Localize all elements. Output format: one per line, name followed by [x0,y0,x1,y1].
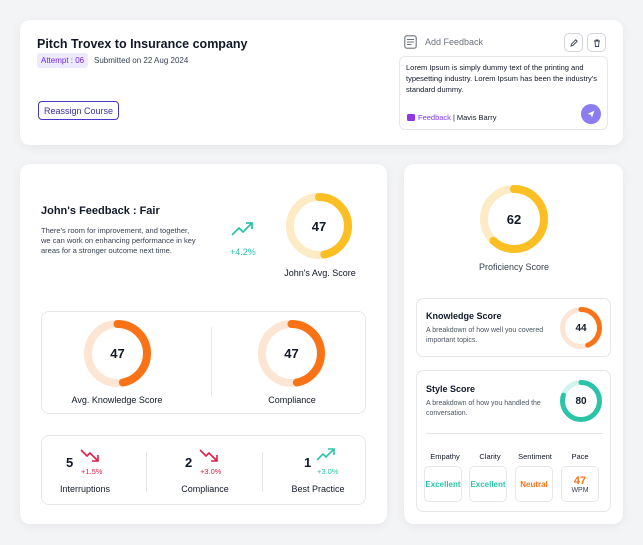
compliance-score-ring: 47 [258,320,325,387]
send-button[interactable] [581,104,601,124]
send-icon [587,110,595,118]
attempt-card: Pitch Trovex to Insurance company Attemp… [20,20,623,145]
compliance-score-label: Compliance [268,395,316,405]
knowledge-score-card: Knowledge Score A breakdown of how well … [416,298,611,357]
metric-label: Sentiment [518,452,552,461]
metric-empathy-box: Excellent [424,466,462,502]
knowledge-score-value: 47 [110,346,125,361]
summary-description: There's room for improvement, and togeth… [41,226,196,255]
style-card-value: 80 [575,395,587,407]
stat-value: 2 [185,455,193,470]
metric-value: Excellent [470,479,506,489]
pencil-icon [569,38,578,47]
knowledge-card-description: A breakdown of how well you covered impo… [426,327,544,344]
stat-item: 5 +1.5% Interruptions [42,436,147,506]
proficiency-label: Proficiency Score [478,262,550,272]
stat-delta: +3.0% [200,467,222,476]
summary-title: John's Feedback : Fair [41,205,160,217]
style-card-title: Style Score [426,384,476,394]
pace-unit: WPM [571,486,589,494]
style-card-ring: 80 [560,380,602,422]
divider [426,433,603,434]
metric-pace-box: 47 WPM [561,466,599,502]
feedback-text: Lorem Ipsum is simply dummy text of the … [406,63,597,94]
scores-panel: 47 Avg. Knowledge Score 47 Compliance [41,311,366,414]
delete-button[interactable] [587,33,606,52]
style-card-description: A breakdown of how you handled the conve… [426,400,541,417]
metric-value: Neutral [520,479,548,489]
edit-button[interactable] [564,33,583,52]
knowledge-card-value: 44 [575,322,587,334]
feedback-author: Mavis Barry [456,113,497,122]
avg-score-ring: 47 [286,193,352,259]
metric-clarity-box: Excellent [469,466,507,502]
page-title: Pitch Trovex to Insurance company [37,37,248,51]
trash-icon [593,39,600,47]
avg-score-label: John's Avg. Score [284,268,356,278]
metric-label: Empathy [430,452,460,461]
stat-item: 2 +3.0% Compliance [147,436,262,506]
divider [211,327,212,397]
trend-down-icon [80,449,100,468]
compliance-score-value: 47 [284,346,299,361]
stat-label: Best Practice [291,484,345,494]
metric-label: Pace [571,452,589,461]
submitted-date: Submitted on 22 Aug 2024 [94,56,189,65]
knowledge-score-label: Avg. Knowledge Score [71,395,163,405]
avg-score-value: 47 [311,218,327,234]
pace-value: 47 [573,474,587,487]
feedback-panel: Add Feedback Lorem Ipsum is simply dummy… [396,26,611,137]
metric-sentiment-box: Neutral [515,466,553,502]
proficiency-ring: 62 [480,185,548,253]
trend-down-icon [199,449,219,468]
stat-item: 1 +3.0% Best Practice [263,436,367,506]
feedback-input[interactable]: Lorem Ipsum is simply dummy text of the … [399,56,608,130]
add-feedback-title: Add Feedback [425,37,484,47]
knowledge-score-ring: 47 [84,320,151,387]
trend-value: +4.2% [230,247,256,257]
stats-panel: 5 +1.5% Interruptions 2 +3.0% Compliance… [41,435,366,505]
metric-label: Clarity [479,452,501,461]
reassign-course-button[interactable]: Reassign Course [38,101,119,120]
proficiency-value: 62 [506,211,522,227]
document-icon [404,35,417,54]
proficiency-card: 62 Proficiency Score Knowledge Score A b… [404,164,623,524]
feedback-separator: | [452,113,455,122]
metric-value: Excellent [425,479,461,489]
style-score-card: Style Score A breakdown of how you handl… [416,370,611,512]
stat-delta: +3.0% [317,467,339,476]
stat-value: 5 [66,455,74,470]
chat-icon [407,114,415,121]
feedback-summary-card: John's Feedback : Fair There's room for … [20,164,387,524]
feedback-tag: Feedback [418,113,451,122]
trend-up-icon [231,221,255,242]
feedback-author-row: Feedback | Mavis Barry [407,113,496,122]
knowledge-card-title: Knowledge Score [426,311,502,321]
stat-label: Compliance [181,484,229,494]
stat-value: 1 [304,455,312,470]
knowledge-card-ring: 44 [560,307,602,349]
trend-up-icon [316,447,336,466]
stat-delta: +1.5% [81,467,103,476]
stat-label: Interruptions [59,484,111,494]
attempt-badge: Attempt : 06 [37,53,89,68]
